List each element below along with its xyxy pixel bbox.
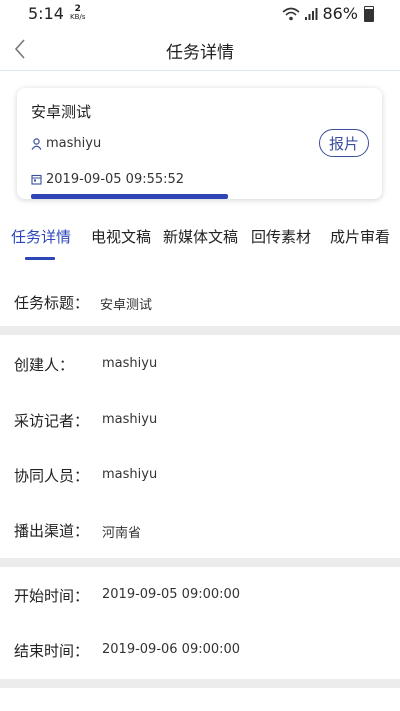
wifi-icon (282, 7, 300, 20)
detail-label: 播出渠道： (14, 522, 90, 540)
task-summary-card[interactable]: 安卓测试 mashiyu 报片 2019-09-05 09:55:52 (17, 88, 382, 199)
detail-value: mashiyu (102, 467, 158, 482)
card-date: 2019-09-05 09:55:52 (31, 172, 184, 187)
status-bar: 5:14 2 KB/s 86% (0, 0, 400, 28)
network-speed: 2 KB/s (70, 4, 86, 22)
detail-value: 河南省 (102, 526, 142, 541)
card-date-text: 2019-09-05 09:55:52 (46, 172, 185, 187)
card-user-name: mashiyu (46, 136, 102, 151)
network-speed-unit: KB/s (70, 13, 86, 21)
signal-icon (305, 7, 318, 20)
card-title: 安卓测试 (31, 103, 92, 121)
detail-label: 结束时间： (14, 642, 90, 660)
detail-label: 采访记者： (14, 412, 90, 430)
detail-value: 2019-09-06 09:00:00 (102, 642, 241, 657)
task-progress-bar (31, 194, 228, 199)
status-time: 5:14 (28, 4, 64, 23)
tab-new-media-script[interactable]: 新媒体文稿 (163, 226, 238, 247)
calendar-icon (31, 174, 42, 185)
tab-returned-materials[interactable]: 回传素材 (251, 226, 311, 247)
detail-row-start-time: 开始时间： 2019-09-05 09:00:00 (0, 567, 400, 623)
detail-row-reporter: 采访记者： mashiyu (0, 392, 400, 448)
detail-value: 安卓测试 (100, 298, 153, 313)
tab-task-details[interactable]: 任务详情 (11, 226, 71, 247)
active-tab-indicator (25, 257, 55, 260)
detail-label: 协同人员： (14, 467, 90, 485)
detail-value: mashiyu (102, 356, 158, 371)
detail-value: 2019-09-05 09:00:00 (102, 587, 241, 602)
detail-value: mashiyu (102, 412, 158, 427)
detail-row-collaborators: 协同人员： mashiyu (0, 447, 400, 503)
page-title: 任务详情 (166, 43, 234, 63)
section-divider (0, 326, 400, 335)
status-indicators: 86% (282, 4, 374, 23)
nav-bar: 任务详情 (0, 28, 400, 71)
report-button[interactable]: 报片 (319, 129, 369, 157)
detail-row-channel: 播出渠道： 河南省 (0, 502, 400, 558)
user-icon (31, 137, 42, 150)
detail-row-end-time: 结束时间： 2019-09-06 09:00:00 (0, 622, 400, 678)
network-speed-value: 2 (74, 4, 81, 14)
battery-percent: 86% (322, 4, 358, 23)
tab-final-review[interactable]: 成片审看 (330, 226, 390, 247)
tab-tv-script[interactable]: 电视文稿 (91, 226, 151, 247)
section-divider (0, 679, 400, 688)
card-user: mashiyu (31, 136, 101, 151)
tab-bar: 任务详情 电视文稿 新媒体文稿 回传素材 成片审看 (0, 226, 400, 264)
battery-icon (364, 5, 374, 22)
detail-label: 开始时间： (14, 587, 90, 605)
detail-label: 创建人： (14, 356, 75, 374)
detail-label: 任务标题： (14, 294, 90, 312)
detail-row-creator: 创建人： mashiyu (0, 336, 400, 392)
section-divider (0, 558, 400, 567)
